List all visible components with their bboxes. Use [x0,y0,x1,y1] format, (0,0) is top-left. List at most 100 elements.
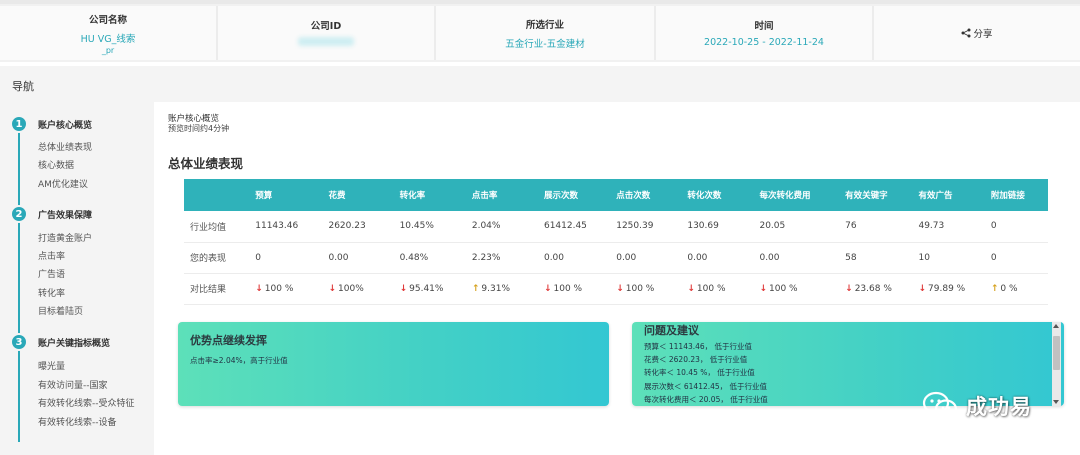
company-name-cell: 公司名称 HU VG_线索 _pr [0,6,218,60]
cell-value: 9.31% [481,283,510,294]
sidebar-item-impressions[interactable]: 曝光量 [38,359,65,372]
advantage-card-title: 优势点继续发挥 [190,334,267,347]
advantage-card-text: 点击率≥2.04%，高于行业值 [190,356,288,365]
watermark-text: 成功易 [966,395,1032,419]
share-icon [961,28,971,38]
table-header-cell: 花费 [322,179,394,211]
sidebar-item-am-suggestions[interactable]: AM优化建议 [38,177,88,190]
table-cell: 130.69 [681,211,754,243]
table-cell: 2620.23 [322,211,394,243]
industry-value[interactable]: 五金行业-五金建材 [505,36,584,50]
sidebar-item-conversion-rate[interactable]: 转化率 [38,286,65,299]
scroll-up-arrow-icon[interactable] [1053,324,1059,328]
nav-bar: 导航 [0,66,1080,102]
wechat-icon [922,391,958,419]
cell-value: 0 % [1000,283,1018,294]
time-range-value[interactable]: 2022-10-25 - 2022-11-24 [704,37,824,48]
sidebar-section-3[interactable]: 3 账户关键指标概览 [10,333,110,351]
industry-cell: 所选行业 五金行业-五金建材 [436,6,656,60]
table-cell: 2.23% [465,242,538,274]
company-id-value [298,36,354,49]
cell-value: 79.89 % [928,283,966,294]
scroll-thumb[interactable] [1053,336,1060,370]
page-title: 总体业绩表现 [168,156,244,171]
list-item: 预算＜ 11143.46， 低于行业值 [644,342,753,351]
table-cell: ↑ 0 % [984,273,1048,305]
list-item: 花费＜ 2620.23， 低于行业值 [644,355,748,365]
report-header: 公司名称 HU VG_线索 _pr 公司ID 所选行业 五金行业-五金建材 时间… [0,0,1080,62]
table-cell: 76 [839,211,913,243]
section-number: 3 [10,333,28,351]
arrow-down-icon: ↓ [759,283,768,294]
table-cell: ↓ 95.41% [393,273,466,305]
table-cell: 0 [984,211,1048,243]
share-label: 分享 [973,29,993,40]
table-cell: ↓ 100 % [610,273,682,305]
time-label: 时间 [754,21,774,32]
table-header-cell: 点击次数 [610,179,682,211]
row-label: 行业均值 [184,211,250,243]
table-header-cell: 点击率 [465,179,538,211]
sidebar-item-landing-page[interactable]: 目标着陆页 [38,304,83,317]
sidebar-item-ad-copy[interactable]: 广告语 [38,267,65,280]
table-cell: ↓ 100 % [681,273,754,305]
list-item: 每次转化费用＜ 20.05， 低于行业值 [644,394,768,404]
company-name-value: HU VG_线索 [80,33,136,45]
performance-table: 预算 花费 转化率 点击率 展示次数 点击次数 转化次数 每次转化费用 有效关键… [184,179,1048,305]
table-cell: 0.48% [393,242,466,274]
company-id-cell: 公司ID [218,6,436,60]
table-header-cell: 转化率 [393,179,466,211]
issues-list: 预算＜ 11143.46， 低于行业值 花费＜ 2620.23， 低于行业值 转… [644,340,768,406]
table-header-row: 预算 花费 转化率 点击率 展示次数 点击次数 转化次数 每次转化费用 有效关键… [184,179,1048,211]
watermark: 成功易 [922,391,1032,421]
table-row: 对比结果 ↓ 100 % ↓ 100% ↓ 95.41% ↑ 9.31% ↓ 100 % ↓ 100 %… [184,273,1048,305]
sidebar-section-1[interactable]: 1 账户核心概览 [10,115,92,133]
table-cell: ↑ 9.31% [465,273,538,305]
sidebar-item-leads-device[interactable]: 有效转化线索--设备 [38,415,117,428]
sidebar-item-overall-performance[interactable]: 总体业绩表现 [38,140,92,153]
arrow-up-icon: ↑ [990,283,999,294]
issues-scrollbar[interactable] [1052,322,1061,406]
sidebar-item-gold-account[interactable]: 打造黄金账户 [38,231,92,244]
table-cell: ↓ 100% [322,273,394,305]
sidebar-item-leads-audience[interactable]: 有效转化线索--受众特征 [38,396,135,409]
sidebar-item-ctr[interactable]: 点击率 [38,249,65,262]
table-header-cell: 附加链接 [984,179,1048,211]
industry-label: 所选行业 [525,19,564,31]
table-header-cell: 每次转化费用 [753,179,840,211]
table-cell: 10.45% [393,211,466,243]
timeline-line [18,116,20,442]
section-title: 账户关键指标概览 [38,338,111,349]
table-cell: ↓ 100 % [249,273,323,305]
table-header-cell: 有效关键字 [839,179,913,211]
table-cell: ↓ 23.68 % [839,273,913,305]
share-button[interactable]: 分享 [874,6,1080,60]
arrow-down-icon: ↓ [687,283,695,294]
sidebar-nav: 1 账户核心概览 总体业绩表现 核心数据 AM优化建议 2 广告效果保障 打造黄… [0,102,154,455]
scroll-down-arrow-icon[interactable] [1053,400,1059,404]
table-cell: 0.00 [322,242,394,274]
table-header-cell: 转化次数 [681,179,754,211]
sidebar-item-core-data[interactable]: 核心数据 [38,158,74,171]
table-row: 行业均值 11143.46 2620.23 10.45% 2.04% 61412.45 12… [184,211,1048,243]
cell-value: 95.41% [409,283,444,294]
table-row: 您的表现 0 0.00 0.48% 2.23% 0.00 0.00 0.00 0.00 58 10 0 [184,242,1048,274]
table-cell: 11143.46 [249,211,323,243]
table-cell: ↓ 79.89 % [912,273,985,305]
table-header-cell: 预算 [249,179,323,211]
sidebar-item-visits-country[interactable]: 有效访问量--国家 [38,378,108,391]
time-cell: 时间 2022-10-25 - 2022-11-24 [656,6,874,60]
table-cell: 58 [839,242,913,274]
table-cell: 20.05 [753,211,840,243]
cell-value: 100 % [696,283,726,294]
sidebar-section-2[interactable]: 2 广告效果保障 [10,205,92,223]
row-label: 对比结果 [184,273,250,305]
arrow-down-icon: ↓ [918,283,927,294]
arrow-down-icon: ↓ [845,283,853,294]
cell-value: 100 % [553,283,583,294]
list-item: 展示次数＜ 61412.45， 低于行业值 [644,381,768,391]
cell-value: 23.68 % [854,283,892,294]
list-item: 转化率＜ 10.45 %， 低于行业值 [644,368,755,378]
table-header-cell: 有效广告 [912,179,985,211]
arrow-down-icon: ↓ [543,283,552,294]
